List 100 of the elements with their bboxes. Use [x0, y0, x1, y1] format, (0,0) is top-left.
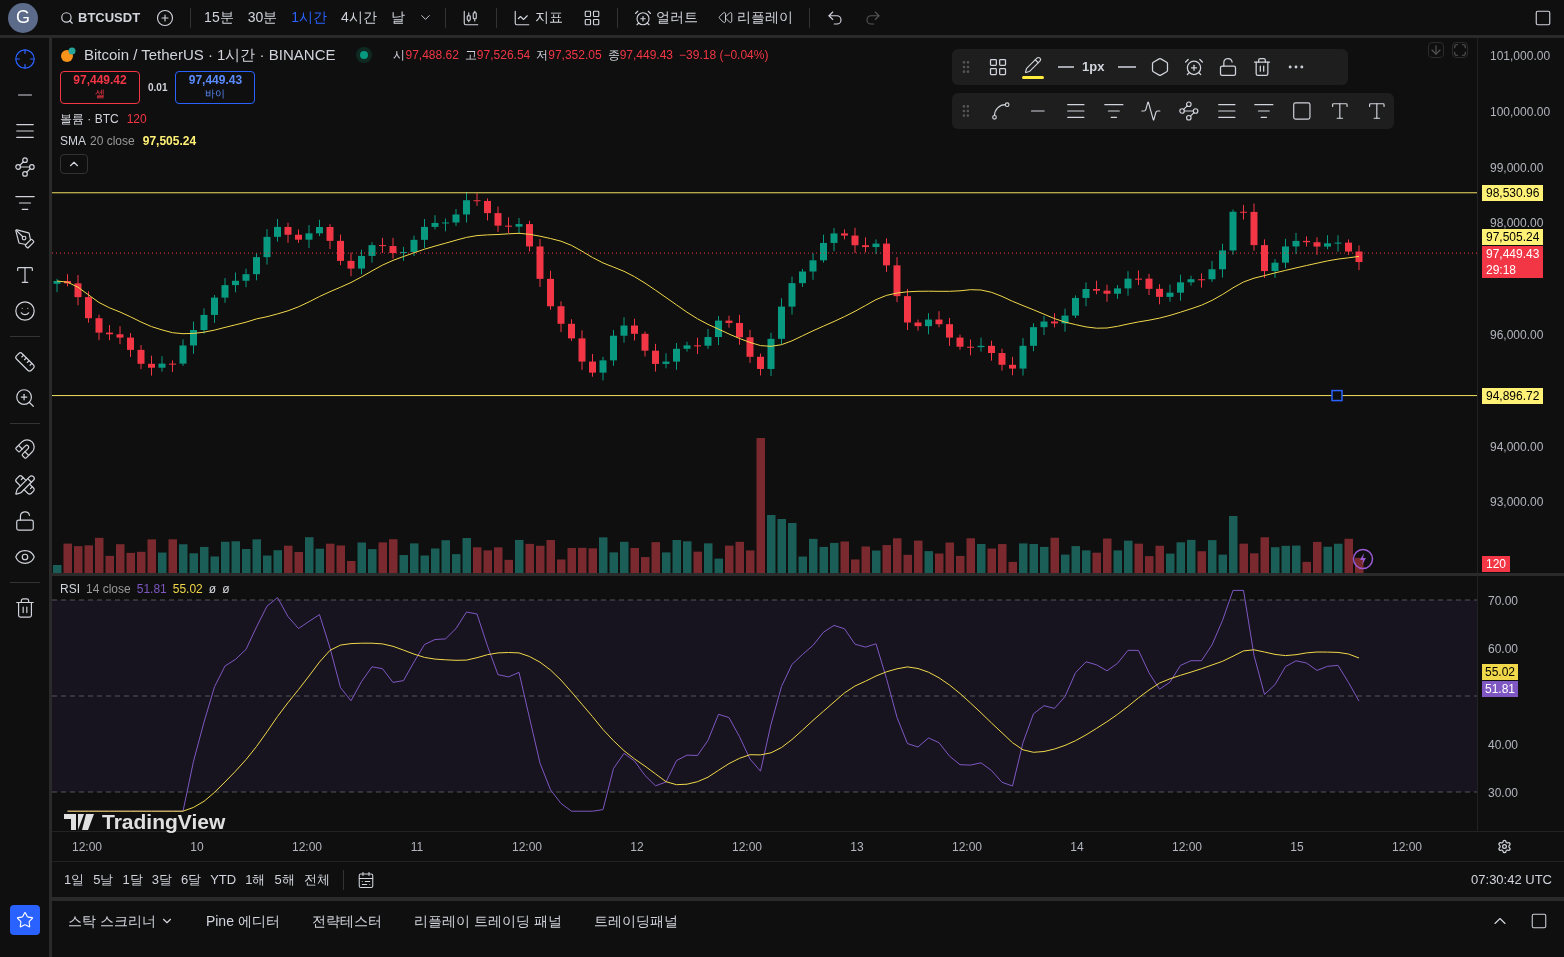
layout-grid-icon[interactable]: [988, 57, 1008, 77]
range-button[interactable]: 6달: [180, 869, 202, 890]
trend-line-icon[interactable]: [989, 100, 1012, 122]
time-tick: 12:00: [291, 838, 323, 856]
range-button[interactable]: 1일: [64, 869, 85, 890]
sell-button[interactable]: 97,449.42 셀: [60, 70, 140, 104]
rsi-value: 51.81: [136, 581, 167, 598]
price-label: 120: [1482, 556, 1511, 572]
time-tick: 11: [409, 838, 425, 856]
lightning-icon[interactable]: [1352, 548, 1374, 570]
user-avatar[interactable]: G: [8, 2, 38, 33]
zigzag-icon[interactable]: [1140, 100, 1163, 122]
undo-icon[interactable]: [825, 8, 844, 27]
range-button[interactable]: 3달: [151, 869, 172, 890]
symbol-search[interactable]: BTCUSDT: [56, 7, 145, 28]
range-button[interactable]: 1해: [245, 869, 266, 890]
ruler-icon[interactable]: [13, 351, 36, 373]
alarm-clock-icon: [633, 8, 652, 27]
interval-tab[interactable]: 15분: [199, 7, 239, 28]
settings-icon[interactable]: [1497, 839, 1512, 854]
price-tick: 96,000.00: [1490, 327, 1544, 344]
interval-tab[interactable]: 4시간: [336, 7, 382, 28]
unlock-icon[interactable]: [1218, 57, 1239, 77]
trash-icon[interactable]: [13, 597, 36, 619]
candlestick-icon[interactable]: [461, 8, 480, 27]
star-icon: [15, 911, 34, 929]
interval-tab[interactable]: 1시간: [286, 7, 333, 28]
time-tick: 12:00: [731, 838, 763, 856]
layout-grid-icon[interactable]: [582, 8, 601, 27]
range-button[interactable]: YTD: [210, 869, 237, 890]
price-label: 98,530.96: [1482, 184, 1544, 201]
line-width-button[interactable]: 1px: [1058, 57, 1105, 77]
rsi-label: 55.02: [1482, 663, 1519, 680]
replay-button[interactable]: 리플레이: [709, 7, 801, 28]
price-tick: 94,000.00: [1490, 438, 1544, 456]
change-value: −39.18 (−0.04%): [679, 47, 769, 65]
calendar-icon[interactable]: [356, 870, 375, 889]
indicators-button[interactable]: 지표: [504, 7, 571, 28]
crosshair-icon[interactable]: [13, 48, 36, 70]
search-icon: [60, 10, 74, 25]
panel-tab[interactable]: Pine 에디터: [205, 910, 280, 932]
time-tick: 12:00: [1171, 838, 1203, 856]
panel-tab[interactable]: 트레이딩패널: [593, 910, 678, 932]
range-button[interactable]: 5해: [274, 869, 295, 890]
rsi-name: RSI: [60, 581, 80, 598]
panel-tab[interactable]: 리플레이 트레이딩 패널: [413, 910, 562, 932]
symbol-title: Bitcoin / TetherUS · 1시간 · BINANCE: [84, 45, 336, 65]
price-label: 97,505.24: [1482, 229, 1544, 245]
time-tick: 12:00: [1391, 838, 1423, 856]
interval-tab[interactable]: 날: [385, 7, 410, 28]
price-tick: 100,000.00: [1490, 103, 1551, 121]
favorites-button[interactable]: [9, 905, 40, 935]
anchored-text-icon[interactable]: [1366, 100, 1388, 122]
pen-icon[interactable]: [13, 228, 36, 250]
alarm-icon[interactable]: [1184, 57, 1205, 77]
square-icon[interactable]: [1534, 8, 1552, 27]
price-label: 97,449.43 29:18: [1482, 246, 1544, 279]
range-button[interactable]: 1달: [122, 869, 143, 890]
time-tick: 12: [629, 838, 645, 856]
line-style-icon[interactable]: [1118, 66, 1137, 68]
time-tick: 13: [849, 838, 865, 856]
pattern-icon[interactable]: [13, 156, 36, 178]
status-dot-icon: [355, 46, 374, 65]
price-label: 94,896.72: [1482, 387, 1544, 404]
pencil-ruler-icon[interactable]: [13, 474, 36, 496]
trash-icon[interactable]: [1252, 57, 1273, 77]
rsi-tick: 60.00: [1488, 641, 1519, 658]
rectangle-icon[interactable]: [1291, 100, 1313, 122]
maximize-icon[interactable]: [1530, 912, 1548, 930]
range-button[interactable]: 5날: [93, 869, 114, 890]
buy-button[interactable]: 97,449.43 바이: [175, 70, 256, 104]
magnet-icon[interactable]: [13, 438, 36, 460]
rsi-label: 51.81: [1482, 681, 1519, 698]
time-tick: 10: [189, 838, 205, 856]
alert-button[interactable]: 얼러트: [625, 7, 706, 28]
hexagon-icon[interactable]: [1150, 57, 1171, 77]
rsi-tick: 70.00: [1488, 593, 1519, 610]
unlock-icon[interactable]: [13, 510, 36, 532]
ohlc-value: 고97,526.54: [464, 47, 531, 65]
rsi-params: 14 close: [86, 581, 131, 598]
pencil-color-button[interactable]: [1022, 55, 1044, 79]
interval-tab[interactable]: 30분: [242, 7, 283, 28]
clock-time: 07:30:42 UTC: [1471, 870, 1552, 889]
zoom-in-icon[interactable]: [13, 387, 36, 409]
panel-tab[interactable]: 전략테스터: [311, 910, 382, 932]
collapse-button[interactable]: [60, 153, 88, 174]
wave-pattern-icon[interactable]: [1178, 100, 1200, 122]
add-symbol-icon[interactable]: [156, 8, 175, 27]
range-button[interactable]: 전체: [303, 869, 330, 890]
line-handle[interactable]: [1331, 389, 1343, 402]
time-tick: 15: [1289, 838, 1305, 856]
tradingview-logo: TradingView: [64, 806, 226, 838]
ohlc-value: 종97,449.43: [607, 47, 674, 65]
rsi-tick: 30.00: [1488, 785, 1519, 802]
price-tick: 93,000.00: [1490, 494, 1544, 512]
arrow-down-icon[interactable]: [1428, 42, 1444, 58]
ohlc-value: 저 97,352.05: [536, 47, 602, 65]
panel-tab[interactable]: 스탁 스크리너: [68, 910, 174, 932]
horizontal-line[interactable]: [52, 395, 1477, 397]
smiley-icon[interactable]: [13, 300, 36, 322]
